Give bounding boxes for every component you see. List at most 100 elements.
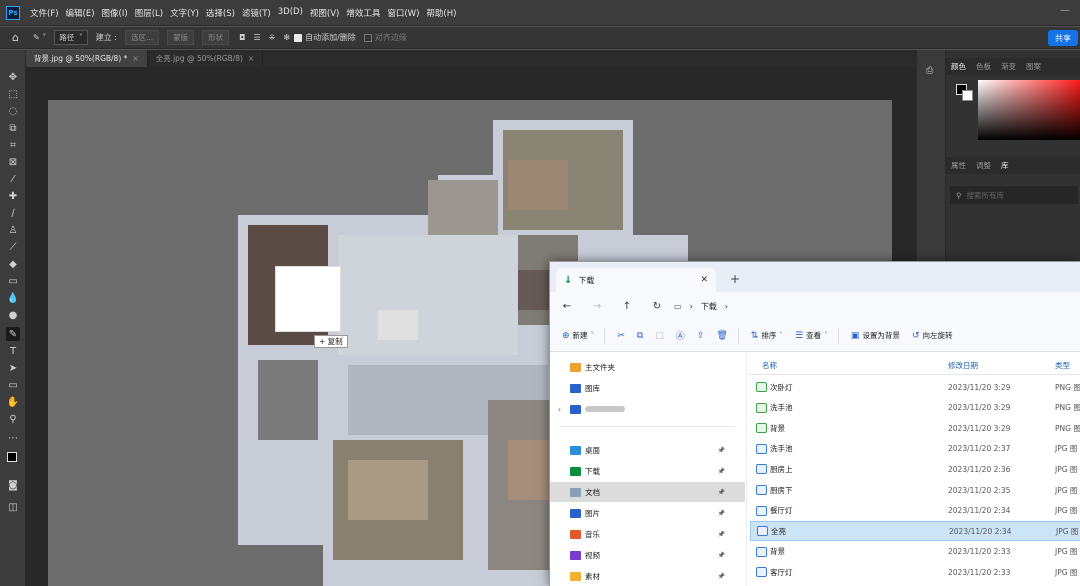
- path-mode-select[interactable]: 路径 ˅: [54, 30, 88, 45]
- close-icon[interactable]: ×: [132, 54, 138, 63]
- nav-item[interactable]: 主文件夹: [550, 357, 745, 377]
- pen-tool-icon[interactable]: ✎: [6, 327, 20, 341]
- path-operations-icon[interactable]: ◘: [239, 33, 245, 42]
- file-row[interactable]: 厨房下 2023/11/20 2:35 JPG 图: [750, 480, 1080, 500]
- nav-item[interactable]: ›: [550, 399, 745, 419]
- path-arrange-icon[interactable]: ⁜: [269, 33, 276, 42]
- share-button[interactable]: 共享: [1048, 30, 1078, 46]
- menu-item[interactable]: 图层(L): [135, 7, 163, 19]
- menu-item[interactable]: 窗口(W): [387, 7, 419, 19]
- tab-adjustments[interactable]: 调整: [971, 160, 996, 171]
- file-row[interactable]: 厨房上 2023/11/20 2:36 JPG 图: [750, 459, 1080, 479]
- cut-button[interactable]: ✂: [617, 331, 625, 341]
- blur-tool-icon[interactable]: 💧: [6, 291, 20, 305]
- pin-icon[interactable]: 📌: [718, 447, 725, 454]
- file-row[interactable]: 背景 2023/11/20 3:29 PNG 图: [750, 418, 1080, 438]
- up-arrow-icon[interactable]: ↑: [616, 301, 638, 312]
- tab-properties[interactable]: 属性: [946, 160, 971, 171]
- crop-tool-icon[interactable]: ⌗: [6, 138, 20, 152]
- tab-swatches[interactable]: 色板: [971, 61, 996, 72]
- object-select-tool-icon[interactable]: ⧉: [6, 121, 20, 135]
- gear-icon[interactable]: ✻: [283, 33, 290, 42]
- clone-stamp-tool-icon[interactable]: ♙: [6, 223, 20, 237]
- hand-tool-icon[interactable]: ✋: [6, 395, 20, 409]
- menu-item[interactable]: 3D(D): [278, 7, 303, 19]
- pin-icon[interactable]: 📌: [718, 468, 725, 475]
- zoom-tool-icon[interactable]: ⚲: [6, 412, 20, 426]
- nav-item[interactable]: 图库: [550, 378, 745, 398]
- rectangle-tool-icon[interactable]: ▭: [6, 378, 20, 392]
- eyedropper-tool-icon[interactable]: ⁄: [6, 172, 20, 186]
- file-row[interactable]: 洗手池 2023/11/20 3:29 PNG 图: [750, 398, 1080, 418]
- copy-button[interactable]: ⧉: [637, 331, 643, 341]
- eraser-tool-icon[interactable]: ◆: [6, 257, 20, 271]
- brush-tool-icon[interactable]: ∕: [6, 206, 20, 220]
- pin-icon[interactable]: 📌: [718, 510, 725, 517]
- pin-icon[interactable]: 📌: [718, 573, 725, 580]
- new-tab-button[interactable]: +: [730, 272, 740, 286]
- lasso-tool-icon[interactable]: ◌: [6, 104, 20, 118]
- column-type[interactable]: 类型: [1055, 360, 1070, 371]
- history-panel-icon[interactable]: ⎙: [926, 66, 933, 76]
- path-select-tool-icon[interactable]: ➤: [6, 361, 20, 375]
- pasted-white-layer[interactable]: [275, 266, 341, 332]
- gradient-tool-icon[interactable]: ▭: [6, 274, 20, 288]
- frame-tool-icon[interactable]: ⊠: [6, 155, 20, 169]
- breadcrumb[interactable]: ▭ › 下载 ›: [674, 301, 728, 312]
- menu-item[interactable]: 文件(F): [30, 7, 59, 19]
- pen-tool-icon[interactable]: ✎ ˅: [33, 33, 46, 42]
- file-row[interactable]: 背景 2023/11/20 2:33 JPG 图: [750, 542, 1080, 562]
- color-picker-field[interactable]: [978, 80, 1080, 140]
- tab-background-jpg[interactable]: 背景.jpg @ 50%(RGB/8) * ×: [26, 50, 148, 67]
- file-row[interactable]: 次卧灯 2023/11/20 3:29 PNG 图: [750, 377, 1080, 397]
- auto-add-delete-checkbox[interactable]: 自动添加/删除: [294, 32, 356, 43]
- menu-item[interactable]: 滤镜(T): [242, 7, 271, 19]
- more-tools-icon[interactable]: ⋯: [6, 431, 20, 445]
- sort-button[interactable]: ⇅ 排序 ˅: [751, 330, 783, 341]
- view-button[interactable]: ☰ 查看 ˅: [795, 330, 828, 341]
- move-tool-icon[interactable]: ✥: [6, 70, 20, 84]
- path-alignment-icon[interactable]: ☰: [254, 33, 261, 42]
- tab-libraries[interactable]: 库: [996, 160, 1014, 171]
- type-tool-icon[interactable]: T: [6, 344, 20, 358]
- forward-arrow-icon[interactable]: →: [586, 301, 608, 312]
- menu-item[interactable]: 文字(Y): [170, 7, 199, 19]
- close-icon[interactable]: ✕: [700, 275, 708, 285]
- file-row[interactable]: 客厅灯 2023/11/20 2:33 JPG 图: [750, 562, 1080, 582]
- minimize-button[interactable]: —: [1060, 5, 1070, 16]
- foreground-color-icon[interactable]: [5, 450, 19, 464]
- screen-mode-icon[interactable]: ◫: [6, 500, 20, 514]
- column-name[interactable]: 名称: [762, 360, 777, 371]
- menu-item[interactable]: 选择(S): [206, 7, 235, 19]
- pin-icon[interactable]: 📌: [718, 489, 725, 496]
- nav-item[interactable]: 图片 📌: [550, 503, 745, 523]
- home-icon[interactable]: ⌂: [12, 31, 19, 44]
- selection-button[interactable]: 选区...: [125, 30, 160, 45]
- nav-item[interactable]: 素材 📌: [550, 566, 745, 586]
- nav-item[interactable]: 文档 📌: [550, 482, 745, 502]
- refresh-icon[interactable]: ↻: [646, 301, 668, 312]
- align-edges-checkbox[interactable]: 对齐边缘: [363, 32, 407, 43]
- marquee-tool-icon[interactable]: ⬚: [6, 87, 20, 101]
- tab-gradients[interactable]: 渐变: [996, 61, 1021, 72]
- rename-button[interactable]: Ⓐ: [676, 329, 685, 342]
- background-swatch[interactable]: [962, 90, 973, 101]
- pin-icon[interactable]: 📌: [718, 552, 725, 559]
- back-arrow-icon[interactable]: ←: [556, 301, 578, 312]
- menu-item[interactable]: 增效工具: [346, 7, 380, 19]
- file-row[interactable]: 洗手池 2023/11/20 2:37 JPG 图: [750, 439, 1080, 459]
- tab-patterns[interactable]: 图案: [1021, 61, 1046, 72]
- explorer-tab-downloads[interactable]: ↓ 下载 ✕: [556, 268, 716, 292]
- paste-button[interactable]: ▢: [655, 331, 664, 341]
- tab-quanliang-jpg[interactable]: 全亮.jpg @ 50%(RGB/8) ×: [148, 50, 264, 67]
- column-date-modified[interactable]: 修改日期: [948, 360, 978, 371]
- menu-item[interactable]: 图像(I): [102, 7, 128, 19]
- menu-item[interactable]: 视图(V): [310, 7, 339, 19]
- mask-button[interactable]: 蒙版: [167, 30, 195, 45]
- close-icon[interactable]: ×: [248, 54, 254, 63]
- set-background-button[interactable]: ▣ 设置为背景: [851, 330, 900, 341]
- nav-item[interactable]: 视频 📌: [550, 545, 745, 565]
- dodge-tool-icon[interactable]: ●: [6, 308, 20, 322]
- file-row[interactable]: 餐厅灯 2023/11/20 2:34 JPG 图: [750, 501, 1080, 521]
- delete-button[interactable]: 🗑: [716, 331, 727, 341]
